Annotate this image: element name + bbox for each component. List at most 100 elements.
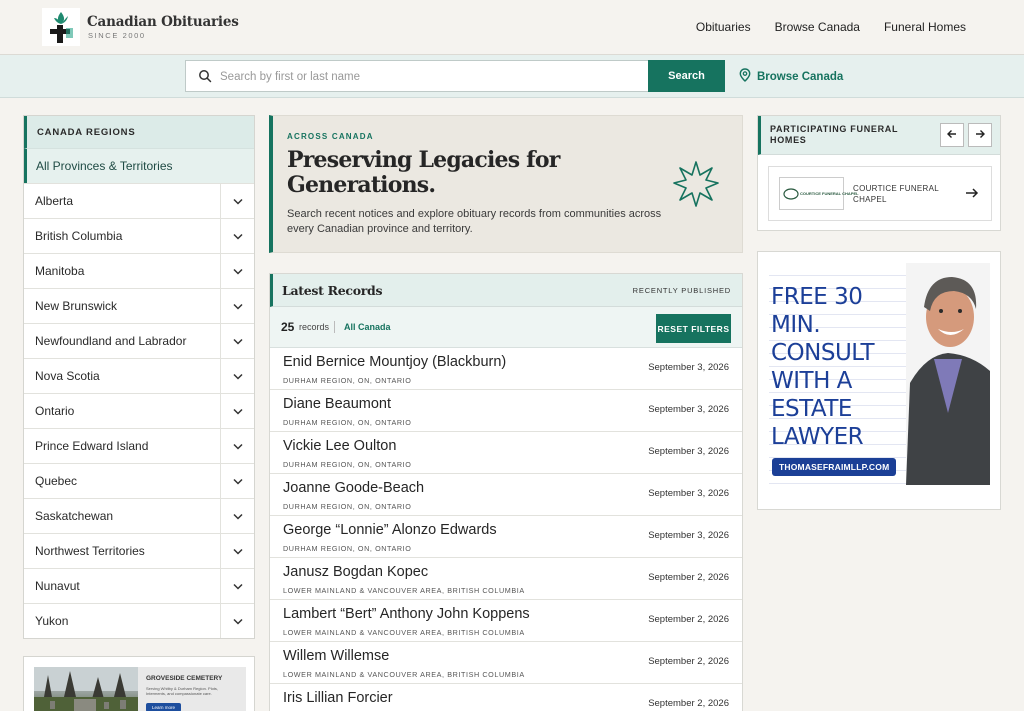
- record-name: Janusz Bogdan Kopec: [283, 564, 429, 580]
- latest-records-panel: Latest Records RECENTLY PUBLISHED 25 rec…: [269, 273, 743, 711]
- record-date: September 2, 2026: [648, 698, 729, 709]
- record-date: September 2, 2026: [648, 572, 729, 583]
- region-item[interactable]: Alberta: [24, 183, 254, 218]
- record-date: September 2, 2026: [648, 614, 729, 625]
- funeral-home-logo: COURTICE FUNERAL CHAPEL: [779, 177, 859, 210]
- maple-star-icon: [673, 160, 719, 208]
- region-item[interactable]: Prince Edward Island: [24, 428, 254, 463]
- funeral-homes-header: PARTICIPATING FUNERAL HOMES: [758, 116, 1000, 155]
- reset-filters-button[interactable]: RESET FILTERS: [656, 314, 731, 343]
- region-item[interactable]: British Columbia: [24, 218, 254, 253]
- record-row[interactable]: Diane Beaumont DURHAM REGION, ON, ONTARIO…: [270, 390, 742, 432]
- record-row[interactable]: Iris Lillian ForcierVANCOUVER ISLAND, BR…: [270, 684, 742, 711]
- chevron-down-icon[interactable]: [220, 604, 254, 638]
- search-icon: [198, 69, 212, 83]
- chevron-down-icon[interactable]: [220, 359, 254, 393]
- hero-kicker: ACROSS CANADA: [287, 132, 374, 141]
- region-list: Alberta British Columbia Manitoba New Bruns…: [24, 183, 254, 638]
- funeral-home-name: COURTICE FUNERAL CHAPEL: [853, 184, 939, 204]
- browse-canada-label: Browse Canada: [757, 70, 844, 83]
- cemetery-ad-title: GROVESIDE CEMETERY: [146, 675, 223, 682]
- chevron-down-icon[interactable]: [220, 324, 254, 358]
- chevron-down-icon[interactable]: [220, 464, 254, 498]
- records-toolbar: 25 records All Canada RESET FILTERS: [270, 307, 742, 348]
- record-row[interactable]: Lambert “Bert” Anthony John Koppens LOWER…: [270, 600, 742, 642]
- region-item-label: Quebec: [35, 474, 78, 488]
- record-row[interactable]: Vickie Lee Oulton DURHAM REGION, ON, ONTA…: [270, 432, 742, 474]
- lawyer-ad[interactable]: FREE 30 MIN. CONSULT WITH A ESTATE LAWYE…: [757, 251, 1001, 510]
- nav-browse-canada[interactable]: Browse Canada: [775, 20, 860, 34]
- region-item[interactable]: Northwest Territories: [24, 533, 254, 568]
- search-input[interactable]: [220, 67, 640, 87]
- region-item[interactable]: Yukon: [24, 603, 254, 638]
- record-name: Vickie Lee Oulton: [283, 438, 397, 454]
- record-row[interactable]: Willem Willemse LOWER MAINLAND & VANCOUVE…: [270, 642, 742, 684]
- funeral-homes-title: PARTICIPATING FUNERAL HOMES: [770, 124, 899, 145]
- record-date: September 2, 2026: [648, 656, 729, 667]
- record-location: LOWER MAINLAND & VANCOUVER AREA, BRITISH…: [283, 628, 525, 637]
- region-item-label: Manitoba: [35, 264, 85, 278]
- chevron-down-icon[interactable]: [220, 429, 254, 463]
- cemetery-ad[interactable]: GROVESIDE CEMETERY Serving Whitby & Durh…: [23, 656, 255, 711]
- chevron-down-icon[interactable]: [220, 219, 254, 253]
- cemetery-ad-panel: GROVESIDE CEMETERY Serving Whitby & Durh…: [138, 667, 246, 711]
- region-all-provinces[interactable]: All Provinces & Territories: [24, 148, 254, 183]
- record-location: DURHAM REGION, ON, ONTARIO: [283, 502, 412, 511]
- chevron-down-icon[interactable]: [220, 184, 254, 218]
- arrow-right-icon: [974, 128, 986, 143]
- record-row[interactable]: George “Lonnie” Alonzo Edwards DURHAM REG…: [270, 516, 742, 558]
- search-button[interactable]: Search: [648, 60, 725, 92]
- next-button[interactable]: [968, 123, 992, 147]
- chevron-down-icon[interactable]: [220, 499, 254, 533]
- lawyer-ad-copy: FREE 30 MIN. CONSULT WITH A ESTATE LAWYE…: [771, 284, 875, 450]
- region-item[interactable]: Ontario: [24, 393, 254, 428]
- nav-obituaries[interactable]: Obituaries: [696, 20, 751, 34]
- region-item[interactable]: Quebec: [24, 463, 254, 498]
- record-row[interactable]: Janusz Bogdan Kopec LOWER MAINLAND & VANC…: [270, 558, 742, 600]
- region-item[interactable]: Manitoba: [24, 253, 254, 288]
- cemetery-photo: [34, 667, 138, 711]
- funeral-home-card[interactable]: COURTICE FUNERAL CHAPEL COURTICE FUNERAL…: [768, 166, 992, 221]
- record-row[interactable]: Enid Bernice Mountjoy (Blackburn) DURHAM …: [270, 348, 742, 390]
- nav-funeral-homes[interactable]: Funeral Homes: [884, 20, 966, 34]
- browse-canada-link[interactable]: Browse Canada: [739, 68, 843, 85]
- site-logo-icon[interactable]: [42, 8, 80, 46]
- chevron-down-icon[interactable]: [220, 289, 254, 323]
- region-item-label: Alberta: [35, 194, 74, 208]
- previous-button[interactable]: [940, 123, 964, 147]
- record-row[interactable]: Joanne Goode-Beach DURHAM REGION, ON, ONT…: [270, 474, 742, 516]
- cemetery-ad-subtitle: Serving Whitby & Durham Region. Plots, I…: [146, 686, 219, 696]
- record-list: Enid Bernice Mountjoy (Blackburn) DURHAM …: [270, 348, 742, 711]
- lawyer-ad-url[interactable]: THOMASEFRAIMLLP.COM: [772, 458, 897, 476]
- brand-name[interactable]: Canadian Obituaries: [87, 14, 239, 30]
- record-location: DURHAM REGION, ON, ONTARIO: [283, 418, 412, 427]
- toolbar-divider: [334, 321, 335, 333]
- record-date: September 3, 2026: [648, 362, 729, 373]
- chevron-down-icon[interactable]: [220, 569, 254, 603]
- region-item[interactable]: Nova Scotia: [24, 358, 254, 393]
- records-header: Latest Records RECENTLY PUBLISHED: [270, 274, 742, 307]
- region-item-label: British Columbia: [35, 229, 123, 243]
- region-item[interactable]: New Brunswick: [24, 288, 254, 323]
- record-date: September 3, 2026: [648, 404, 729, 415]
- region-item-label: New Brunswick: [35, 299, 118, 313]
- chevron-down-icon[interactable]: [220, 394, 254, 428]
- region-item[interactable]: Saskatchewan: [24, 498, 254, 533]
- search-band: Search Browse Canada: [0, 55, 1024, 98]
- cemetery-learn-more-button[interactable]: Learn more: [146, 703, 182, 711]
- records-title: Latest Records: [282, 283, 383, 298]
- chevron-down-icon[interactable]: [220, 254, 254, 288]
- region-item-label: Saskatchewan: [35, 509, 114, 523]
- hero-title: Preserving Legacies for Generations.: [287, 147, 560, 198]
- recently-published-tag: RECENTLY PUBLISHED: [632, 286, 731, 295]
- hero-description: Search recent notices and explore obitua…: [287, 208, 662, 235]
- chevron-down-icon[interactable]: [220, 534, 254, 568]
- main-nav: Obituaries Browse Canada Funeral Homes: [696, 20, 966, 34]
- active-filter[interactable]: All Canada: [344, 322, 391, 332]
- region-item-label: Newfoundland and Labrador: [35, 334, 187, 348]
- record-name: Joanne Goode-Beach: [283, 480, 425, 496]
- lawyer-ad-image: FREE 30 MIN. CONSULT WITH A ESTATE LAWYE…: [769, 263, 990, 485]
- region-item[interactable]: Newfoundland and Labrador: [24, 323, 254, 358]
- region-item-label: Nova Scotia: [35, 369, 100, 383]
- region-item[interactable]: Nunavut: [24, 568, 254, 603]
